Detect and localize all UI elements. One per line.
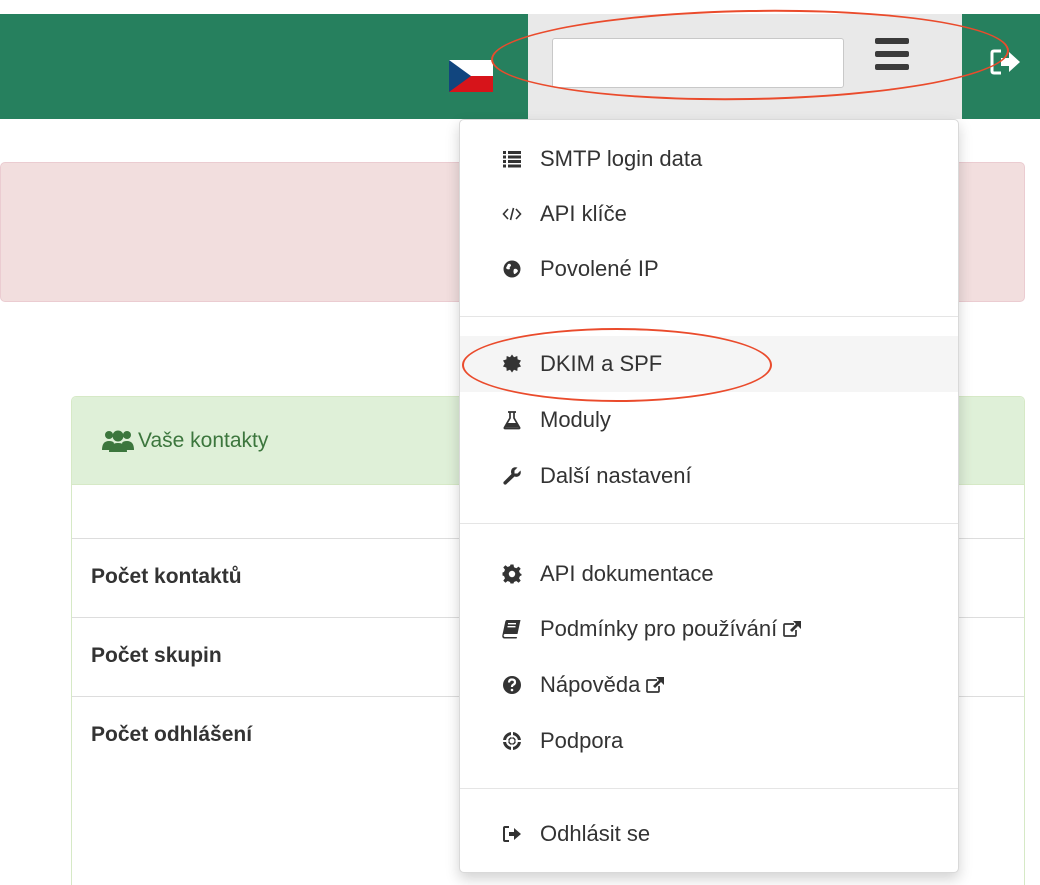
menu-divider bbox=[460, 523, 958, 524]
menu-item-modules[interactable]: Moduly bbox=[460, 392, 958, 448]
menu-item-label: DKIM a SPF bbox=[540, 351, 663, 376]
menu-item-api-docs[interactable]: API dokumentace bbox=[460, 546, 958, 602]
wrench-icon bbox=[503, 467, 521, 485]
globe-icon bbox=[503, 260, 521, 278]
panel-title: Vaše kontakty bbox=[138, 428, 269, 452]
menu-item-dkim-spf[interactable]: DKIM a SPF bbox=[460, 336, 958, 392]
menu-item-terms-of-use[interactable]: Podmínky pro používání bbox=[460, 601, 958, 657]
czech-flag-icon[interactable] bbox=[449, 60, 493, 92]
users-icon bbox=[102, 430, 134, 452]
sign-out-icon[interactable] bbox=[990, 48, 1022, 76]
menu-item-label: Moduly bbox=[540, 407, 611, 432]
external-link-icon bbox=[646, 677, 665, 693]
row-label: Počet kontaktů bbox=[91, 565, 242, 588]
menu-divider bbox=[460, 316, 958, 317]
menu-item-label: Odhlásit se bbox=[540, 821, 651, 846]
certificate-icon bbox=[503, 354, 521, 373]
search-input[interactable] bbox=[552, 38, 844, 88]
menu-item-label: SMTP login data bbox=[540, 146, 703, 171]
user-menu-area bbox=[528, 14, 962, 119]
menu-item-label: Povolené IP bbox=[540, 256, 659, 281]
menu-item-help[interactable]: Nápověda bbox=[460, 657, 958, 713]
row-label: Počet skupin bbox=[91, 644, 222, 667]
menu-divider bbox=[460, 788, 958, 789]
menu-item-label: API klíče bbox=[540, 201, 627, 226]
external-link-icon bbox=[783, 621, 802, 637]
menu-item-logout[interactable]: Odhlásit se bbox=[460, 806, 958, 862]
code-icon bbox=[502, 207, 522, 221]
settings-dropdown-menu: SMTP login data API klíče Povolené IP DK… bbox=[459, 119, 959, 873]
menu-item-label: Podpora bbox=[540, 728, 624, 753]
menu-item-label: Další nastavení bbox=[540, 463, 692, 488]
menu-item-smtp-login-data[interactable]: SMTP login data bbox=[460, 131, 958, 187]
row-label: Počet odhlášení bbox=[91, 723, 253, 746]
sign-out-icon bbox=[503, 826, 521, 842]
question-circle-icon bbox=[503, 676, 521, 694]
menu-item-other-settings[interactable]: Další nastavení bbox=[460, 448, 958, 504]
menu-item-support[interactable]: Podpora bbox=[460, 713, 958, 769]
hamburger-icon[interactable] bbox=[873, 34, 913, 78]
life-ring-icon bbox=[502, 731, 522, 751]
menu-item-label: Podmínky pro používání bbox=[540, 616, 778, 641]
menu-item-label: Nápověda bbox=[540, 672, 641, 697]
top-navbar bbox=[0, 14, 1040, 119]
cog-icon bbox=[502, 564, 522, 584]
menu-item-label: API dokumentace bbox=[540, 561, 714, 586]
menu-item-api-keys[interactable]: API klíče bbox=[460, 186, 958, 242]
book-icon bbox=[502, 620, 521, 639]
list-icon bbox=[503, 151, 521, 168]
menu-item-allowed-ip[interactable]: Povolené IP bbox=[460, 241, 958, 297]
flask-icon bbox=[503, 411, 521, 430]
